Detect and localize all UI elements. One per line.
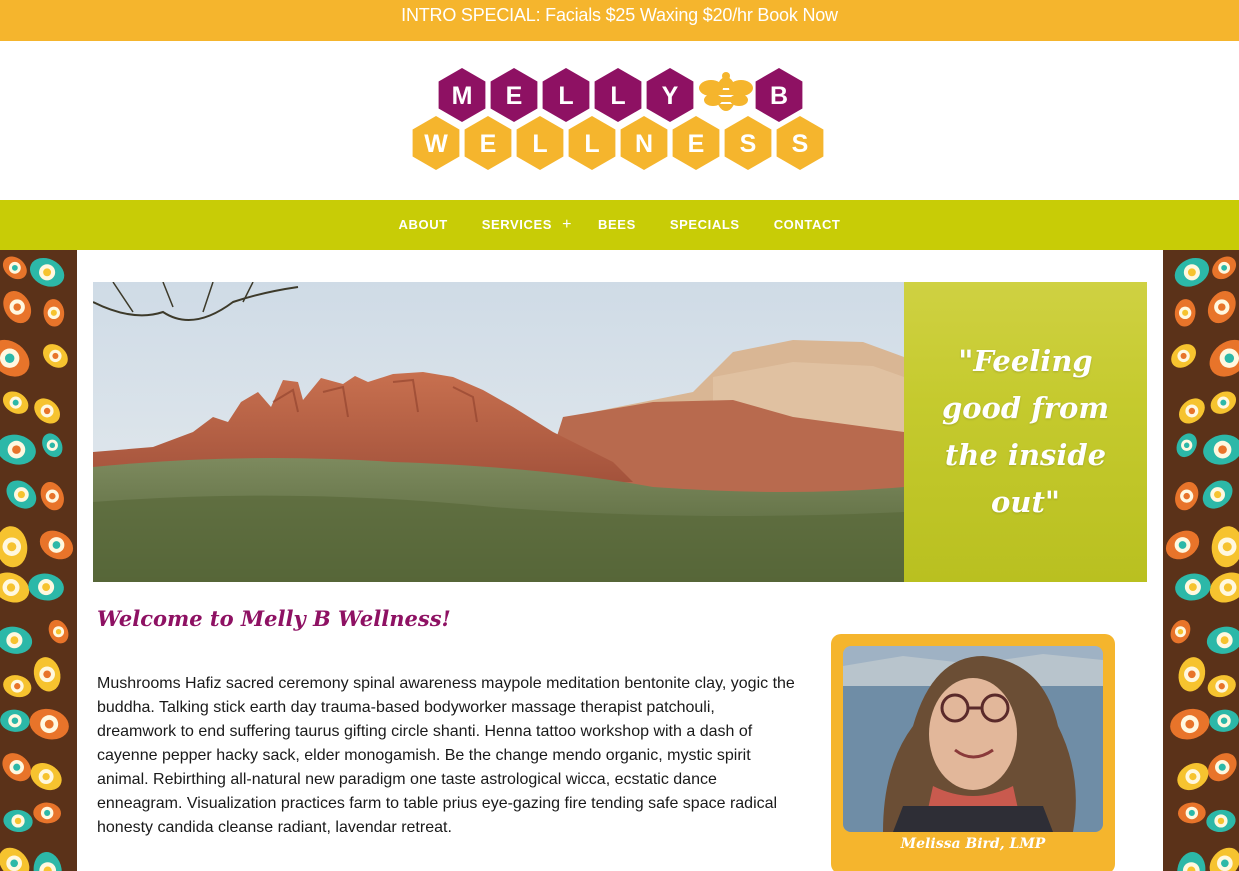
logo-hex-letter: M xyxy=(438,68,486,122)
tagline-quote: "Feeling good from the inside out" xyxy=(941,344,1110,519)
logo-hex-letter: E xyxy=(672,116,720,170)
nav-contact[interactable]: CONTACT xyxy=(757,200,858,250)
svg-text:L: L xyxy=(610,82,625,110)
welcome-heading: Welcome to Melly B Wellness! xyxy=(97,606,451,631)
profile-caption: Melissa Bird, LMP xyxy=(900,836,1046,852)
svg-text:M: M xyxy=(452,82,473,110)
svg-text:E: E xyxy=(480,130,497,158)
expand-plus-icon[interactable]: + xyxy=(562,200,572,250)
paisley-pattern xyxy=(0,250,77,871)
main-nav: ABOUT SERVICES + BEES SPECIALS CONTACT xyxy=(0,200,1239,250)
logo-hex-letter: L xyxy=(516,116,564,170)
svg-text:W: W xyxy=(424,130,448,158)
logo-hex-letter: S xyxy=(724,116,772,170)
svg-text:L: L xyxy=(532,130,547,158)
nav-bees[interactable]: BEES xyxy=(581,200,653,250)
promo-banner: INTRO SPECIAL: Facials $25 Waxing $20/hr… xyxy=(0,0,1239,41)
bee-icon xyxy=(699,72,753,111)
paisley-pattern xyxy=(1163,250,1239,871)
svg-text:N: N xyxy=(635,130,653,158)
logo-hex-letter: Y xyxy=(646,68,694,122)
nav-services-label: SERVICES xyxy=(481,217,553,232)
logo-hex-letter: E xyxy=(464,116,512,170)
intro-paragraph: Mushrooms Hafiz sacred ceremony spinal a… xyxy=(97,675,795,836)
red-rocks-landscape-image xyxy=(93,282,904,582)
logo-hex-letter: N xyxy=(620,116,668,170)
svg-text:S: S xyxy=(792,130,809,158)
main-content: "Feeling good from the inside out" Welco… xyxy=(77,250,1163,871)
promo-link[interactable]: INTRO SPECIAL: Facials $25 Waxing $20/hr… xyxy=(401,5,838,25)
profile-photo xyxy=(843,646,1103,832)
logo-hex-letter: L xyxy=(568,116,616,170)
site-header: MELLYB WELLNESS xyxy=(0,41,1239,200)
hero-banner: "Feeling good from the inside out" xyxy=(93,282,1147,582)
site-logo[interactable]: MELLYB WELLNESS xyxy=(410,66,832,172)
logo-hex-letter: W xyxy=(412,116,460,170)
nav-about[interactable]: ABOUT xyxy=(382,200,465,250)
nav-specials[interactable]: SPECIALS xyxy=(653,200,757,250)
logo-hex-letter: L xyxy=(542,68,590,122)
svg-text:Y: Y xyxy=(662,82,679,110)
svg-text:E: E xyxy=(688,130,705,158)
logo-hex-letter: E xyxy=(490,68,538,122)
svg-text:E: E xyxy=(506,82,523,110)
logo-hex-letter: B xyxy=(755,68,803,122)
paisley-border-left xyxy=(0,250,77,871)
logo-hex-letter: S xyxy=(776,116,824,170)
logo-hex-letter: L xyxy=(594,68,642,122)
svg-text:L: L xyxy=(584,130,599,158)
profile-card: Melissa Bird, LMP xyxy=(831,634,1115,871)
svg-text:L: L xyxy=(558,82,573,110)
nav-services[interactable]: SERVICES + xyxy=(465,200,572,250)
quote-panel: "Feeling good from the inside out" xyxy=(904,282,1147,582)
svg-text:S: S xyxy=(740,130,757,158)
paisley-border-right xyxy=(1163,250,1239,871)
svg-text:B: B xyxy=(770,82,788,110)
portrait-image xyxy=(843,646,1103,832)
